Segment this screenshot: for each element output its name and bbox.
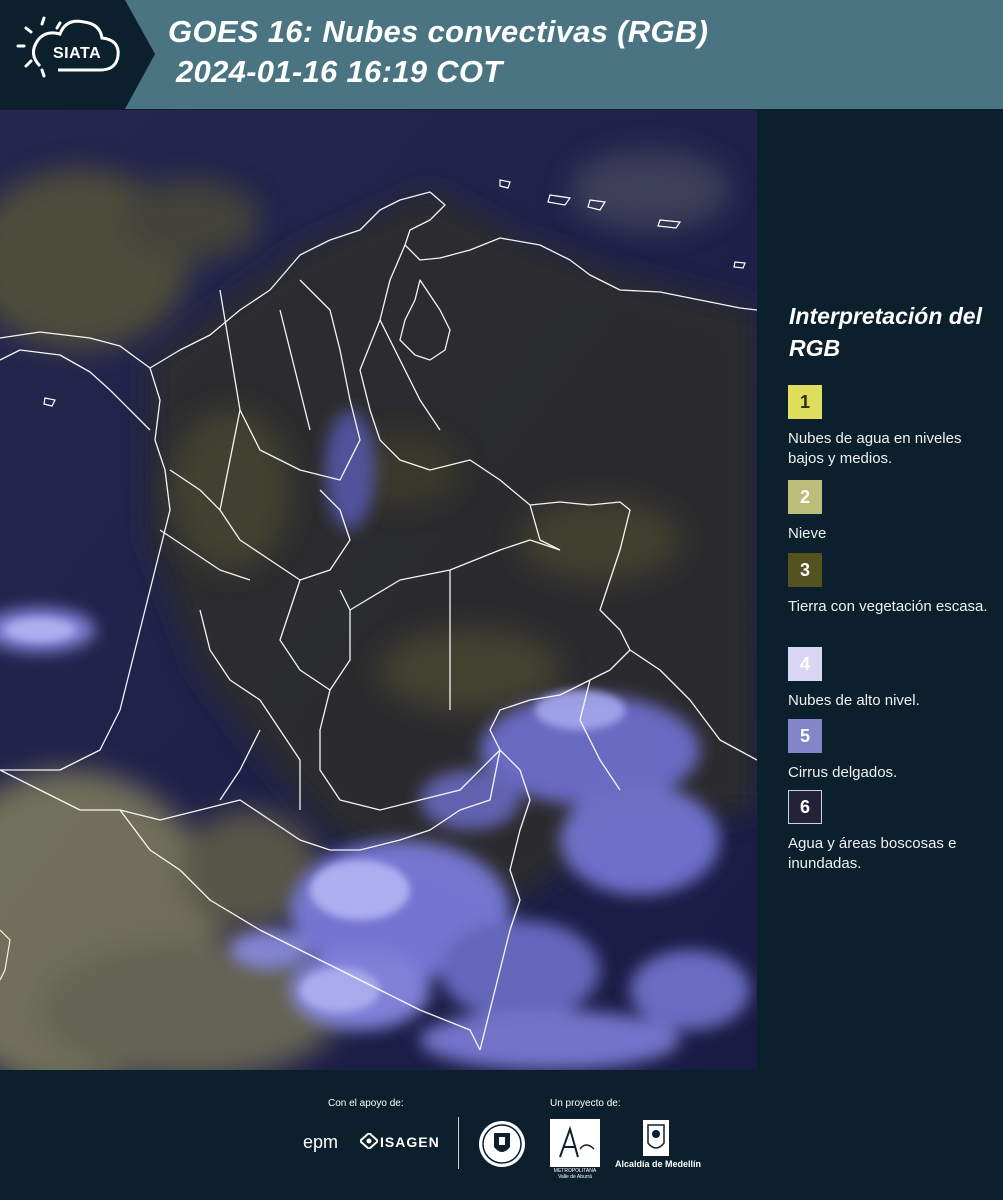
siata-logo[interactable]: SIATA bbox=[0, 0, 155, 109]
isagen-logo[interactable]: ISAGEN bbox=[380, 1134, 440, 1150]
alcaldia-shield-icon[interactable] bbox=[642, 1119, 670, 1157]
legend-swatch-1: 1 bbox=[788, 385, 822, 419]
legend-item-1: 1 Nubes de agua en niveles bajos y medio… bbox=[788, 385, 998, 469]
footer: Con el apoyo de: Un proyecto de: epm ISA… bbox=[0, 1070, 1003, 1200]
project-label: Un proyecto de: bbox=[550, 1098, 621, 1109]
area-metropolitana-icon bbox=[559, 1125, 595, 1158]
legend-panel: Interpretación del RGB 1 Nubes de agua e… bbox=[760, 110, 1003, 1070]
satellite-map-image bbox=[0, 110, 757, 1070]
legend-swatch-3: 3 bbox=[788, 553, 822, 587]
legend-item-5: 5 Cirrus delgados. bbox=[788, 719, 998, 783]
header-bar: SIATA GOES 16: Nubes convectivas (RGB) 2… bbox=[0, 0, 1003, 109]
satellite-map[interactable] bbox=[0, 110, 757, 1070]
area-metropolitana-logo[interactable] bbox=[550, 1119, 600, 1167]
page-title: GOES 16: Nubes convectivas (RGB) bbox=[168, 14, 709, 49]
legend-label-3: Tierra con vegetación escasa. bbox=[788, 598, 988, 615]
legend-item-6: 6 Agua y áreas boscosas e inundadas. bbox=[788, 790, 998, 874]
legend-item-3: 3 Tierra con vegetación escasa. bbox=[788, 553, 998, 617]
legend-swatch-6: 6 bbox=[788, 790, 822, 824]
page-timestamp: 2024-01-16 16:19 COT bbox=[176, 54, 503, 89]
footer-divider bbox=[458, 1117, 459, 1169]
medellin-seal-icon[interactable] bbox=[477, 1119, 527, 1169]
legend-swatch-2: 2 bbox=[788, 480, 822, 514]
legend-label-6: Agua y áreas boscosas e inundadas. bbox=[788, 835, 957, 872]
alcaldia-label: Alcaldía de Medellín bbox=[614, 1159, 702, 1169]
legend-item-2: 2 Nieve bbox=[788, 480, 998, 544]
siata-logo-text: SIATA bbox=[53, 45, 102, 62]
legend-label-2: Nieve bbox=[788, 525, 827, 542]
legend-label-4: Nubes de alto nivel. bbox=[788, 692, 920, 709]
epm-logo[interactable]: epm bbox=[303, 1132, 338, 1153]
isagen-icon bbox=[360, 1133, 378, 1149]
legend-label-1: Nubes de agua en niveles bajos y medios. bbox=[788, 430, 962, 467]
legend-swatch-5: 5 bbox=[788, 719, 822, 753]
legend-swatch-4: 4 bbox=[788, 647, 822, 681]
legend-item-4: 4 Nubes de alto nivel. bbox=[788, 647, 998, 711]
area-metropolitana-label: METROPOLITANA Valle de Aburrá bbox=[553, 1168, 597, 1180]
support-label: Con el apoyo de: bbox=[328, 1098, 404, 1109]
legend-label-5: Cirrus delgados. bbox=[788, 764, 898, 781]
legend-title: Interpretación del RGB bbox=[789, 303, 982, 361]
